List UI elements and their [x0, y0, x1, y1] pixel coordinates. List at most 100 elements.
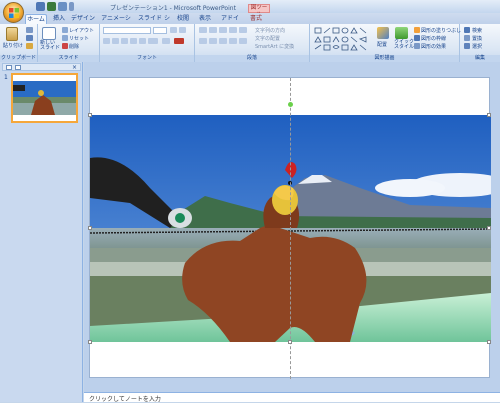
picture-tools-context-tab: 図ツール	[248, 4, 270, 18]
columns-icon[interactable]	[239, 38, 247, 44]
group-label-editing: 編集	[460, 55, 500, 62]
resize-handle-br[interactable]	[487, 340, 491, 344]
tab-addins[interactable]: アドイン	[220, 14, 240, 32]
group-drawing: 配置 クイック スタイル 図形の塗りつぶし 図形の枠線 図形の効果 図形描画	[310, 24, 461, 62]
quick-access-toolbar	[36, 2, 74, 11]
outline-tab-icon[interactable]	[15, 65, 21, 70]
select-button[interactable]: 選択	[472, 43, 482, 50]
slides-tab-icon[interactable]	[6, 65, 12, 70]
new-slide-icon[interactable]	[42, 27, 56, 40]
title-bar: プレゼンテーション1 - Microsoft PowerPoint 図ツール	[0, 0, 500, 18]
tab-home[interactable]: ホーム	[25, 14, 47, 24]
align-text-button[interactable]: 文字の配置	[255, 35, 280, 42]
reset-icon	[62, 35, 68, 41]
customize-qat-icon[interactable]	[69, 2, 74, 11]
text-direction-button[interactable]: 文字列の方向	[255, 27, 285, 34]
underline-icon[interactable]	[121, 38, 128, 44]
shrink-font-icon[interactable]	[179, 27, 186, 33]
align-center-icon[interactable]	[209, 38, 217, 44]
group-label-font: フォント	[100, 55, 194, 62]
slide-canvas[interactable]	[88, 77, 491, 379]
paste-icon[interactable]	[6, 27, 18, 41]
notes-pane[interactable]: クリックしてノートを入力	[84, 392, 500, 403]
numbering-icon[interactable]	[209, 27, 217, 33]
group-label-paragraph: 段落	[195, 55, 309, 62]
delete-button[interactable]: 削除	[69, 43, 79, 50]
align-right-icon[interactable]	[219, 38, 227, 44]
bullets-icon[interactable]	[199, 27, 207, 33]
office-logo-icon	[9, 8, 19, 18]
justify-icon[interactable]	[229, 38, 237, 44]
ribbon-tabs: ホーム 挿入 デザイン アニメーション スライド ショー 校閲 表示 アドイン …	[0, 13, 500, 32]
arrange-button: 配置	[377, 42, 388, 48]
font-size-combo[interactable]	[153, 27, 167, 34]
slides-panel-tabs: ×	[2, 63, 81, 71]
slide-thumbnail-image	[13, 75, 76, 121]
group-editing: 検索 置換 選択 編集	[460, 24, 500, 62]
tab-design[interactable]: デザイン	[71, 14, 95, 24]
format-painter-icon[interactable]	[26, 43, 33, 49]
shape-fill-icon	[414, 27, 420, 33]
font-color-icon[interactable]	[174, 38, 184, 44]
resize-handle-tr[interactable]	[487, 113, 491, 117]
reset-button[interactable]: リセット	[69, 35, 89, 42]
guide-vertical	[290, 78, 291, 379]
tab-view[interactable]: 表示	[198, 14, 212, 24]
paste-label: 貼り付け	[3, 43, 24, 49]
shape-fill-button[interactable]: 図形の塗りつぶし	[421, 27, 461, 34]
shape-effects-icon	[414, 43, 420, 49]
replace-icon	[464, 35, 470, 41]
resize-handle-bottom[interactable]	[288, 340, 292, 344]
strikethrough-icon[interactable]	[130, 38, 137, 44]
tab-insert[interactable]: 挿入	[52, 14, 66, 24]
grow-font-icon[interactable]	[170, 27, 177, 33]
group-slides: 新しい スライド レイアウト リセット 削除 スライド	[38, 24, 100, 62]
font-name-combo[interactable]	[103, 27, 151, 34]
group-label-drawing: 図形描画	[310, 55, 459, 62]
save-icon[interactable]	[36, 2, 45, 11]
convert-smartart-button[interactable]: SmartArt に変換	[255, 43, 294, 50]
shadow-icon[interactable]	[139, 38, 146, 44]
increase-indent-icon[interactable]	[229, 27, 237, 33]
slide-thumbnail[interactable]	[11, 73, 78, 123]
slides-panel: × 1	[0, 62, 83, 402]
select-icon	[464, 43, 470, 49]
resize-handle-tl[interactable]	[88, 113, 92, 117]
italic-icon[interactable]	[112, 38, 119, 44]
line-spacing-icon[interactable]	[239, 27, 247, 33]
resize-handle-left[interactable]	[88, 226, 92, 230]
undo-icon[interactable]	[47, 2, 56, 11]
bold-icon[interactable]	[103, 38, 110, 44]
tab-format[interactable]: 書式	[248, 14, 264, 24]
redo-icon[interactable]	[58, 2, 67, 11]
group-label-slides: スライド	[38, 55, 99, 62]
new-slide-label: 新しい スライド	[40, 40, 61, 51]
delete-icon	[62, 43, 68, 49]
tab-slideshow[interactable]: スライド ショー	[137, 14, 171, 32]
shape-effects-button[interactable]: 図形の効果	[421, 43, 446, 50]
rotation-handle[interactable]	[288, 102, 293, 107]
group-font: フォント	[100, 24, 195, 62]
close-panel-icon[interactable]: ×	[72, 64, 77, 71]
decrease-indent-icon[interactable]	[219, 27, 227, 33]
layout-button[interactable]: レイアウト	[69, 27, 94, 34]
resize-handle-bl[interactable]	[88, 340, 92, 344]
align-left-icon[interactable]	[199, 38, 207, 44]
shape-outline-button[interactable]: 図形の枠線	[421, 35, 446, 42]
shapes-gallery-icon[interactable]	[314, 27, 372, 51]
window-title: プレゼンテーション1 - Microsoft PowerPoint	[110, 5, 236, 12]
copy-icon[interactable]	[26, 35, 33, 41]
resize-handle-right[interactable]	[487, 226, 491, 230]
find-button[interactable]: 検索	[472, 27, 482, 34]
spacing-icon[interactable]	[148, 38, 158, 44]
quick-styles-button: クイック スタイル	[394, 39, 415, 50]
change-case-icon[interactable]	[162, 38, 170, 44]
replace-button[interactable]: 置換	[472, 35, 482, 42]
cut-icon[interactable]	[26, 27, 33, 33]
arrange-icon[interactable]	[377, 27, 389, 39]
office-button[interactable]	[3, 2, 24, 23]
tab-review[interactable]: 校閲	[176, 14, 190, 24]
group-paragraph: 文字列の方向 文字の配置 SmartArt に変換 段落	[195, 24, 310, 62]
tab-animations[interactable]: アニメーション	[100, 14, 132, 32]
quick-styles-icon[interactable]	[395, 27, 408, 39]
